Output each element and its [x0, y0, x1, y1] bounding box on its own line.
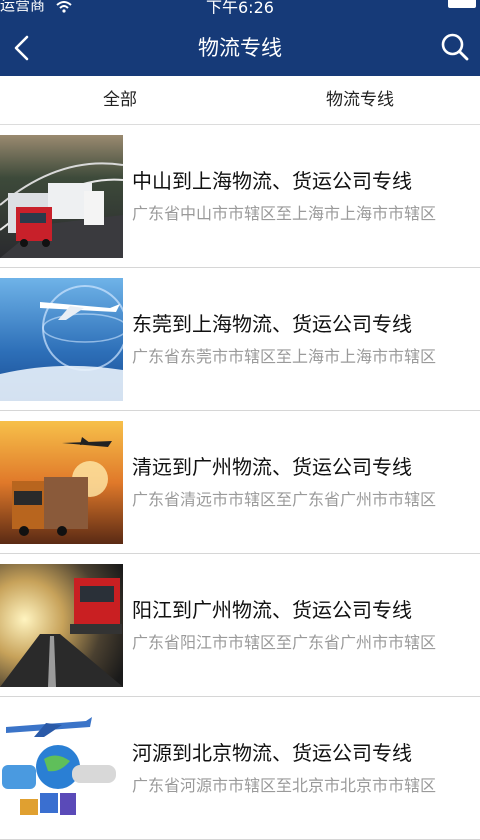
route-description: 广东省阳江市市辖区至广东省广州市市辖区: [132, 633, 437, 652]
search-icon: [441, 33, 469, 61]
airplane-globe-image: [0, 278, 123, 401]
battery-icon: [448, 0, 476, 8]
truck-motion-image: [0, 564, 123, 687]
tab-logistics-lines[interactable]: 物流专线: [240, 76, 480, 124]
list-item[interactable]: 河源到北京物流、货运公司专线 广东省河源市市辖区至北京市北京市市辖区: [0, 697, 480, 840]
carrier-label: 运营商: [0, 0, 46, 14]
route-title: 河源到北京物流、货运公司专线: [132, 741, 412, 765]
route-description: 广东省东莞市市辖区至上海市上海市市辖区: [132, 347, 437, 366]
nav-header: 运营商 下午6:26 物流专线: [0, 0, 480, 76]
route-title: 东莞到上海物流、货运公司专线: [132, 312, 412, 336]
search-button[interactable]: [436, 28, 474, 66]
truck-sunset-image: [0, 421, 123, 544]
route-description: 广东省河源市市辖区至北京市北京市市辖区: [132, 776, 437, 795]
tab-all[interactable]: 全部: [0, 76, 240, 124]
list-item[interactable]: 阳江到广州物流、货运公司专线 广东省阳江市市辖区至广东省广州市市辖区: [0, 554, 480, 697]
list-item[interactable]: 东莞到上海物流、货运公司专线 广东省东莞市市辖区至上海市上海市市辖区: [0, 268, 480, 411]
route-title: 清远到广州物流、货运公司专线: [132, 455, 412, 479]
transport-globe-image: [0, 707, 123, 830]
truck-highway-image: [0, 135, 123, 258]
route-description: 广东省清远市市辖区至广东省广州市市辖区: [132, 490, 437, 509]
route-list: 中山到上海物流、货运公司专线 广东省中山市市辖区至上海市上海市市辖区 东莞到上海…: [0, 125, 480, 840]
status-bar: 运营商 下午6:26: [0, 0, 480, 14]
status-time: 下午6:26: [206, 0, 274, 14]
list-item[interactable]: 清远到广州物流、货运公司专线 广东省清远市市辖区至广东省广州市市辖区: [0, 411, 480, 554]
wifi-icon: [56, 0, 72, 14]
page-title: 物流专线: [198, 36, 282, 60]
category-tabs: 全部 物流专线: [0, 76, 480, 125]
list-item[interactable]: 中山到上海物流、货运公司专线 广东省中山市市辖区至上海市上海市市辖区: [0, 125, 480, 268]
route-title: 阳江到广州物流、货运公司专线: [132, 598, 412, 622]
route-description: 广东省中山市市辖区至上海市上海市市辖区: [132, 204, 437, 223]
route-title: 中山到上海物流、货运公司专线: [132, 169, 412, 193]
